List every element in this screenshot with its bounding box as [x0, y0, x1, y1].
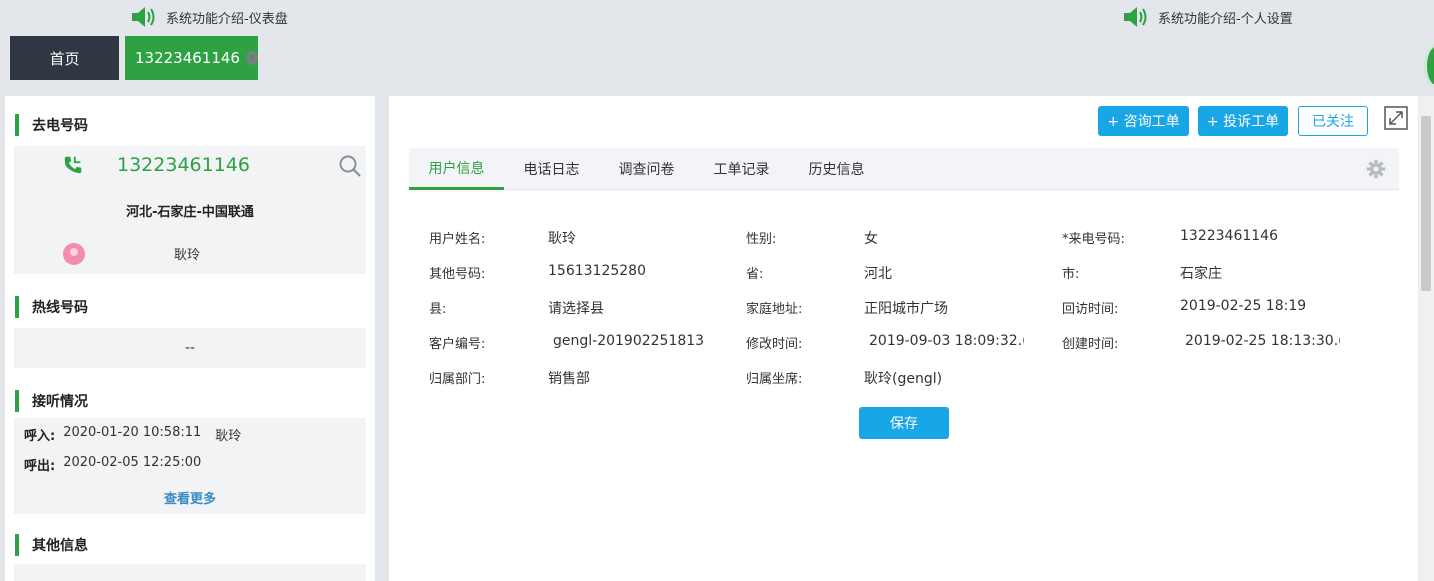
outgoing-label: 呼出: [24, 459, 56, 474]
field-created-time[interactable]: 2019-02-25 18:13:30.( [1185, 333, 1340, 349]
tab-label: 13223461146 [135, 49, 240, 67]
field-gender[interactable]: 女 [864, 228, 878, 248]
speaker-icon [1124, 7, 1147, 27]
announcement-text: 系统功能介绍-仪表盘 [166, 11, 288, 27]
caller-region: 河北-石家庄-中国联通 [126, 205, 254, 220]
incoming-time: 2020-01-20 10:58:11 [63, 425, 202, 440]
field-user-name[interactable]: 耿玲 [548, 228, 576, 248]
announcement-dashboard[interactable]: 系统功能介绍-仪表盘 [130, 5, 288, 29]
field-other-number[interactable]: 15613125280 [548, 263, 646, 279]
tab-survey[interactable]: 调查问卷 [599, 148, 694, 190]
avatar [63, 243, 85, 265]
phone-icon [64, 156, 82, 174]
search-icon[interactable] [338, 154, 362, 178]
field-city[interactable]: 石家庄 [1180, 263, 1222, 283]
hotline-box: -- [14, 328, 366, 368]
field-customer-id[interactable]: gengl-201902251813 [553, 333, 706, 349]
scrollbar-thumb[interactable] [1421, 116, 1431, 291]
section-title-other: 其他信息 [15, 534, 88, 556]
tab-user-info[interactable]: 用户信息 [409, 148, 504, 190]
tab-phone-record[interactable]: 13223461146 × [125, 36, 258, 80]
label-gender: 性别: [746, 232, 777, 247]
other-info-box [14, 564, 366, 581]
follow-button[interactable]: 已关注 [1298, 106, 1368, 136]
save-button[interactable]: 保存 [859, 407, 949, 439]
field-county[interactable]: 请选择县 [548, 298, 604, 318]
field-department[interactable]: 销售部 [548, 368, 590, 388]
field-home-address[interactable]: 正阳城市广场 [864, 298, 948, 318]
hotline-value: -- [184, 340, 196, 356]
incoming-label: 呼入: [24, 429, 56, 444]
speaker-icon [132, 7, 155, 27]
field-province[interactable]: 河北 [864, 263, 892, 283]
label-home-address: 家庭地址: [746, 302, 803, 317]
outgoing-record: 呼出: 2020-02-05 12:25:00 [24, 455, 201, 474]
view-more-link[interactable]: 查看更多 [14, 488, 366, 507]
complaint-ticket-button[interactable]: + 投诉工单 [1198, 106, 1288, 136]
label-caller-number: *来电号码: [1062, 232, 1125, 247]
gear-icon[interactable] [1366, 159, 1386, 179]
tab-tickets[interactable]: 工单记录 [694, 148, 789, 190]
call-history-box: 呼入: 2020-01-20 10:58:11 耿玲 呼出: 2020-02-0… [14, 418, 366, 514]
page-tabs: 首页 13223461146 × [10, 36, 258, 80]
field-modified-time[interactable]: 2019-09-03 18:09:32.( [869, 333, 1024, 349]
label-customer-id: 客户编号: [429, 337, 486, 352]
expand-icon[interactable] [1384, 106, 1408, 130]
section-title-outgoing: 去电号码 [15, 114, 88, 136]
section-title-calls: 接听情况 [15, 390, 88, 412]
close-icon[interactable]: × [245, 51, 258, 65]
field-agent[interactable]: 耿玲(gengl) [864, 368, 942, 388]
incoming-record: 呼入: 2020-01-20 10:58:11 耿玲 [24, 425, 241, 444]
vertical-scrollbar[interactable] [1418, 96, 1434, 581]
label-callback-time: 回访时间: [1062, 302, 1119, 317]
label-other-number: 其他号码: [429, 267, 486, 282]
label-province: 省: [746, 267, 764, 282]
detail-panel: + 咨询工单 + 投诉工单 已关注 用户信息 电话日志 调查问卷 工单记录 历史… [389, 96, 1418, 581]
consult-ticket-button[interactable]: + 咨询工单 [1098, 106, 1189, 136]
label-department: 归属部门: [429, 372, 486, 387]
label-modified-time: 修改时间: [746, 337, 803, 352]
caller-sidebar: 去电号码 13223461146 河北-石家庄-中国联通 耿玲 热线号码 -- … [5, 96, 375, 581]
section-title-hotline: 热线号码 [15, 296, 88, 318]
tab-history[interactable]: 历史信息 [789, 148, 884, 190]
label-agent: 归属坐席: [746, 372, 803, 387]
floating-action-button[interactable] [1424, 44, 1434, 88]
detail-tabs: 用户信息 电话日志 调查问卷 工单记录 历史信息 [409, 148, 1399, 190]
outgoing-time: 2020-02-05 12:25:00 [63, 455, 202, 470]
incoming-user: 耿玲 [215, 429, 242, 444]
caller-card: 13223461146 河北-石家庄-中国联通 耿玲 [14, 146, 366, 274]
label-county: 县: [429, 302, 447, 317]
label-city: 市: [1062, 267, 1080, 282]
announcement-text: 系统功能介绍-个人设置 [1158, 11, 1293, 27]
caller-user-name: 耿玲 [174, 248, 201, 263]
tab-home[interactable]: 首页 [10, 36, 119, 80]
announcement-settings[interactable]: 系统功能介绍-个人设置 [1122, 5, 1293, 29]
tab-call-log[interactable]: 电话日志 [504, 148, 599, 190]
field-caller-number[interactable]: 13223461146 [1180, 228, 1278, 244]
caller-number: 13223461146 [117, 154, 250, 176]
label-created-time: 创建时间: [1062, 337, 1119, 352]
field-callback-time[interactable]: 2019-02-25 18:19 [1180, 298, 1306, 314]
label-user-name: 用户姓名: [429, 232, 486, 247]
